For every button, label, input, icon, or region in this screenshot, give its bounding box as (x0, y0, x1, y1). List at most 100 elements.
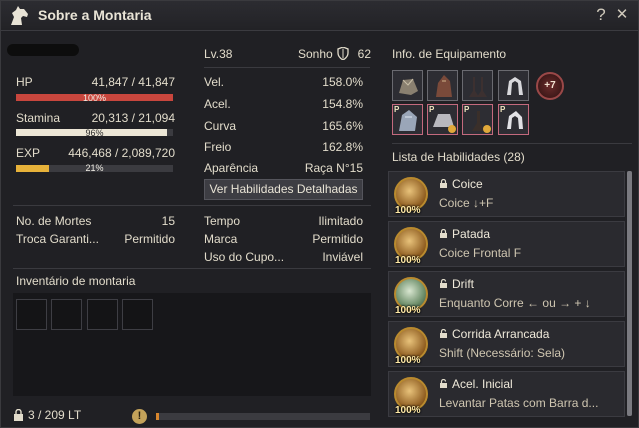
equipment-slot-horse-armor[interactable] (427, 70, 458, 101)
unlock-icon (440, 329, 447, 338)
brand-label: Marca (204, 232, 238, 246)
sonho-label: Sonho (298, 47, 333, 61)
inventory-slot[interactable] (51, 299, 82, 330)
sonho-value: 62 (357, 47, 371, 61)
equipment-slot-barding[interactable]: P (427, 104, 458, 135)
weight-bar-fill (156, 413, 159, 420)
skill-list-scrollbar[interactable] (627, 171, 632, 416)
guaranteed-trade-label: Troca Garanti... (16, 232, 99, 246)
enhancement-badge: +7 (536, 72, 564, 100)
mount-info-window: Sobre a Montaria ? ✕ HP 41,847 / 41,847 … (0, 0, 639, 428)
scrollbar-thumb[interactable] (627, 171, 632, 416)
inventory-slot[interactable] (87, 299, 118, 330)
coupon-use-value: Inviável (322, 250, 363, 264)
acceleration-label: Acel. (204, 97, 231, 111)
death-count-label: No. de Mortes (16, 214, 92, 228)
skill-command: Coice ↓+F (439, 196, 494, 210)
window-title: Sobre a Montaria (38, 7, 152, 23)
inventory-title: Inventário de montaria (16, 274, 136, 288)
title-bar[interactable]: Sobre a Montaria ? ✕ (1, 1, 638, 31)
close-button[interactable]: ✕ (613, 6, 631, 24)
skill-percent: 100% (395, 205, 421, 216)
divider (13, 268, 371, 269)
time-label: Tempo (204, 214, 241, 228)
skill-item-patada[interactable]: 100% Patada Coice Frontal F (388, 221, 625, 267)
skill-name: Acel. Inicial (452, 377, 513, 391)
brand-value: Permitido (312, 232, 363, 246)
exp-label: EXP (16, 146, 41, 160)
hp-value: 41,847 / 41,847 (91, 75, 175, 89)
horse-head-icon (11, 6, 28, 25)
skill-command: Shift (Necessário: Sela) (439, 346, 566, 360)
weight-icon (14, 409, 23, 421)
premium-marker: P (394, 105, 400, 114)
skill-item-coice[interactable]: 100% Coice Coice ↓+F (388, 171, 625, 217)
equipment-title: Info. de Equipamento (392, 47, 507, 61)
skill-item-drift[interactable]: 100% Drift Enquanto Corre ← ou → + ↓ (388, 271, 625, 317)
status-dot (483, 125, 491, 133)
skill-name: Patada (452, 227, 491, 241)
speed-label: Vel. (204, 75, 225, 89)
status-dot (448, 125, 456, 133)
unlock-icon (440, 279, 447, 288)
brake-value: 162.8% (322, 140, 363, 154)
redacted-mount-name (7, 44, 79, 56)
appearance-value: Raça N°15 (304, 161, 363, 175)
skill-name: Corrida Arrancada (452, 327, 550, 341)
lock-icon (440, 229, 447, 238)
hp-percent: 100% (82, 93, 107, 103)
premium-marker: P (500, 105, 506, 114)
stamina-percent: 96% (85, 128, 104, 138)
skill-percent: 100% (395, 255, 421, 266)
help-button[interactable]: ? (592, 6, 610, 24)
view-detailed-skills-button[interactable]: Ver Habilidades Detalhadas (204, 179, 363, 200)
premium-marker: P (429, 105, 435, 114)
horseshoe-icon (507, 77, 523, 95)
equipment-slot-head[interactable]: P (392, 104, 423, 135)
skill-name: Drift (452, 277, 474, 291)
skill-percent: 100% (395, 355, 421, 366)
skill-item-corrida-arrancada[interactable]: 100% Corrida Arrancada Shift (Necessário… (388, 321, 625, 367)
skill-percent: 100% (395, 405, 421, 416)
mount-level: Lv.38 (204, 47, 233, 61)
divider (13, 205, 371, 206)
skill-item-acel-inicial[interactable]: 100% Acel. Inicial Levantar Patas com Ba… (388, 371, 625, 417)
death-count-value: 15 (161, 214, 175, 228)
skill-name: Coice (452, 177, 483, 191)
exp-percent: 21% (85, 163, 104, 173)
saddle-icon (399, 78, 418, 95)
premium-marker: P (464, 105, 470, 114)
stamina-label: Stamina (16, 111, 61, 125)
turn-label: Curva (204, 119, 237, 133)
exp-value: 446,468 / 2,089,720 (68, 146, 175, 160)
inventory-weight: 3 / 209 LT (28, 408, 82, 422)
skill-percent: 100% (395, 305, 421, 316)
appearance-label: Aparência (204, 161, 259, 175)
inventory-slot[interactable] (122, 299, 153, 330)
equipment-slot-horseshoe-premium[interactable]: P (498, 104, 529, 135)
skill-command: Enquanto Corre ← ou → + ↓ (439, 296, 591, 310)
coupon-use-label: Uso do Cupo... (204, 250, 285, 264)
skill-list: 100% Coice Coice ↓+F 100% Patada Coice F… (388, 171, 625, 427)
unlock-icon (440, 379, 447, 388)
stirrups-icon (469, 77, 487, 97)
equipment-slot-horseshoe[interactable] (498, 70, 529, 101)
warning-icon[interactable]: ! (132, 409, 147, 424)
equipment-slot-stirrups-premium[interactable]: P (462, 104, 493, 135)
horse-armor-icon (436, 75, 452, 97)
lock-icon (440, 179, 447, 188)
turn-value: 165.6% (322, 119, 363, 133)
inventory-slot[interactable] (16, 299, 47, 330)
time-value: Ilimitado (318, 214, 363, 228)
equipment-slot-saddle[interactable] (392, 70, 423, 101)
stamina-value: 20,313 / 21,094 (91, 111, 175, 125)
speed-value: 158.0% (322, 75, 363, 89)
divider (392, 143, 632, 144)
hp-label: HP (16, 75, 33, 89)
weight-bar (156, 413, 370, 420)
shield-icon (337, 47, 349, 60)
divider (204, 67, 370, 68)
skill-command: Coice Frontal F (439, 246, 522, 260)
equipment-slot-stirrups[interactable] (462, 70, 493, 101)
skill-command: Levantar Patas com Barra d... (439, 396, 599, 410)
